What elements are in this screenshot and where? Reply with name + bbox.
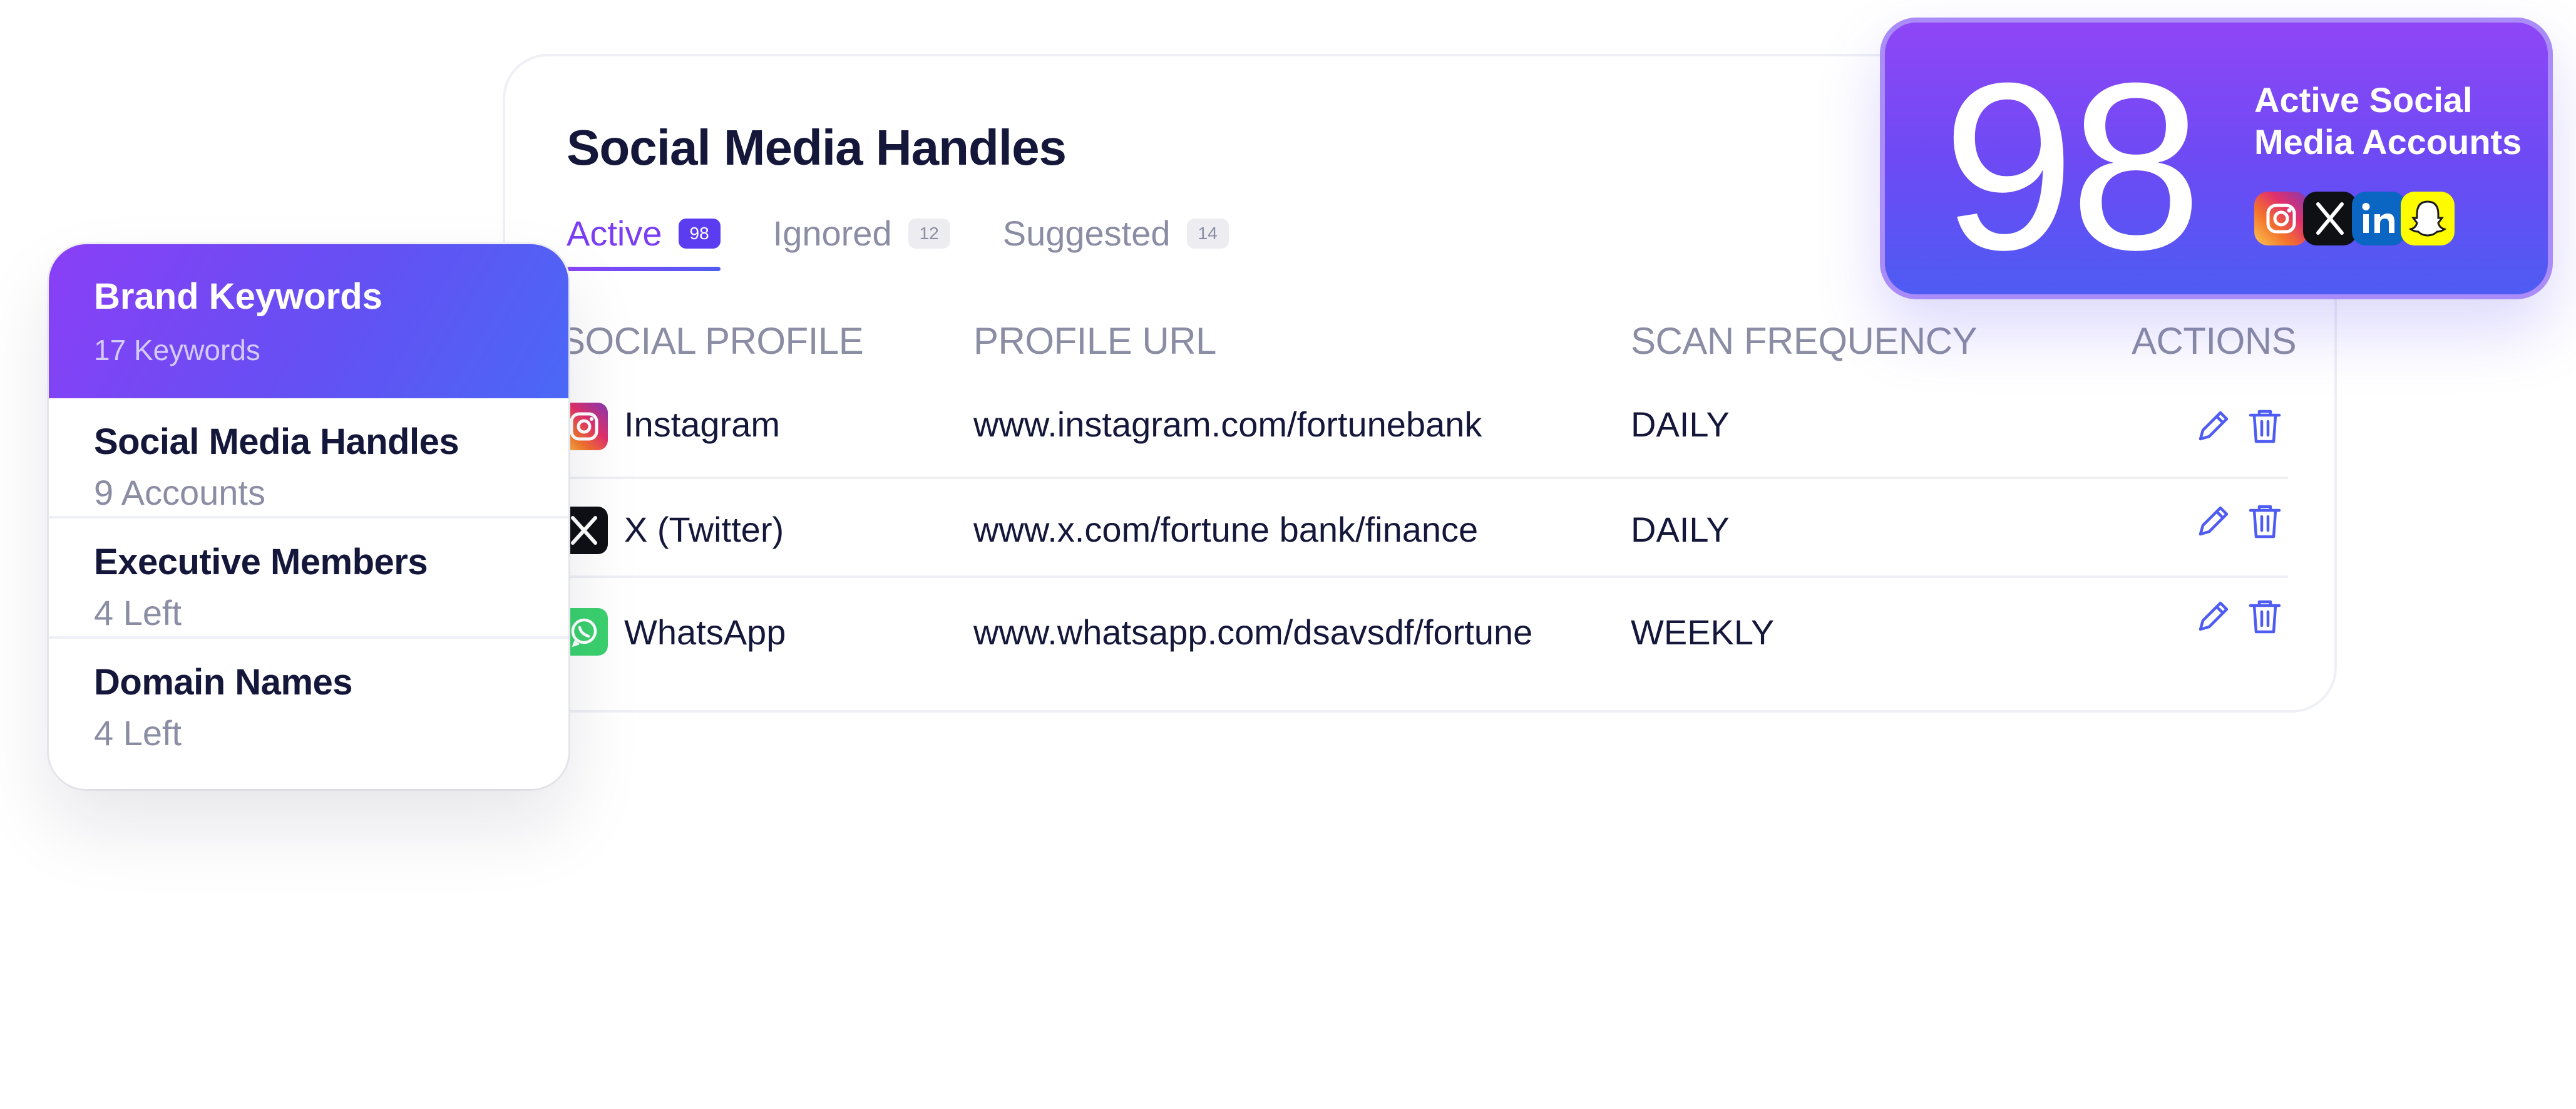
trash-icon[interactable] xyxy=(2245,406,2284,445)
profile-url: www.x.com/fortune bank/finance xyxy=(973,510,1479,549)
panel-item-title: Social Media Handles xyxy=(94,421,459,462)
panel-item-social-media-handles[interactable]: Social Media Handles 9 Accounts xyxy=(49,398,568,518)
stat-label: Active Social Media Accounts xyxy=(2254,80,2522,162)
tab-label: Active xyxy=(567,214,662,253)
panel-item-executive-members[interactable]: Executive Members 4 Left xyxy=(49,518,568,639)
table-row: X (Twitter) www.x.com/fortune bank/finan… xyxy=(560,482,2288,578)
table-row: Instagram www.instagram.com/fortunebank … xyxy=(560,379,2288,479)
tab-label: Suggested xyxy=(1002,214,1171,253)
edit-icon[interactable] xyxy=(2194,502,2233,540)
platform-name: Instagram xyxy=(624,405,780,444)
platform-name: WhatsApp xyxy=(624,612,786,652)
active-accounts-stat-card: 98 Active Social Media Accounts xyxy=(1880,18,2553,299)
column-header-social-profile: SOCIAL PROFILE xyxy=(560,320,864,362)
linkedin-icon xyxy=(2352,192,2406,245)
table-header: SOCIAL PROFILE PROFILE URL SCAN FREQUENC… xyxy=(560,319,2297,376)
column-header-actions: ACTIONS xyxy=(2132,320,2297,362)
panel-item-subtitle: 4 Left xyxy=(94,713,182,753)
trash-icon[interactable] xyxy=(2245,597,2284,636)
edit-icon[interactable] xyxy=(2194,406,2233,445)
page-title: Social Media Handles xyxy=(567,120,1067,175)
panel-header-title: Brand Keywords xyxy=(94,276,382,317)
profile-url: www.instagram.com/fortunebank xyxy=(973,405,1482,444)
scan-frequency: DAILY xyxy=(1631,405,1730,444)
trash-icon[interactable] xyxy=(2245,502,2284,540)
table-row: WhatsApp www.whatsapp.com/dsavsdf/fortun… xyxy=(560,580,2288,687)
tab-ignored[interactable]: Ignored 12 xyxy=(773,213,950,271)
platform-name: X (Twitter) xyxy=(624,510,784,549)
panel-item-subtitle: 9 Accounts xyxy=(94,473,265,512)
instagram-icon xyxy=(2254,192,2308,245)
tab-bar: Active 98 Ignored 12 Suggested 14 xyxy=(567,213,1229,271)
panel-header-subtitle: 17 Keywords xyxy=(94,334,260,366)
x-icon xyxy=(2303,192,2357,245)
snapchat-icon xyxy=(2401,192,2455,245)
tab-suggested[interactable]: Suggested 14 xyxy=(1003,213,1229,271)
scan-frequency: WEEKLY xyxy=(1631,612,1775,652)
count-badge: 12 xyxy=(908,218,950,249)
platform-icon-stack xyxy=(2254,192,2461,248)
brand-keywords-header[interactable]: Brand Keywords 17 Keywords xyxy=(49,244,568,398)
panel-item-title: Domain Names xyxy=(94,662,353,703)
panel-item-domain-names[interactable]: Domain Names 4 Left xyxy=(49,639,568,759)
column-header-profile-url: PROFILE URL xyxy=(973,320,1216,362)
profile-url: www.whatsapp.com/dsavsdf/fortune xyxy=(973,612,1533,652)
count-badge: 98 xyxy=(678,218,721,249)
brand-assets-panel: Brand Keywords 17 Keywords Social Media … xyxy=(49,244,568,789)
panel-item-title: Executive Members xyxy=(94,542,428,582)
column-header-scan-frequency: SCAN FREQUENCY xyxy=(1631,320,1978,362)
tab-label: Ignored xyxy=(772,214,892,253)
count-badge: 14 xyxy=(1186,218,1229,249)
edit-icon[interactable] xyxy=(2194,597,2233,636)
panel-item-subtitle: 4 Left xyxy=(94,593,182,632)
canvas: Social Media Handles Active 98 Ignored 1… xyxy=(0,0,2576,1109)
stat-value: 98 xyxy=(1942,33,2202,299)
scan-frequency: DAILY xyxy=(1631,510,1730,549)
tab-active[interactable]: Active 98 xyxy=(567,213,721,271)
